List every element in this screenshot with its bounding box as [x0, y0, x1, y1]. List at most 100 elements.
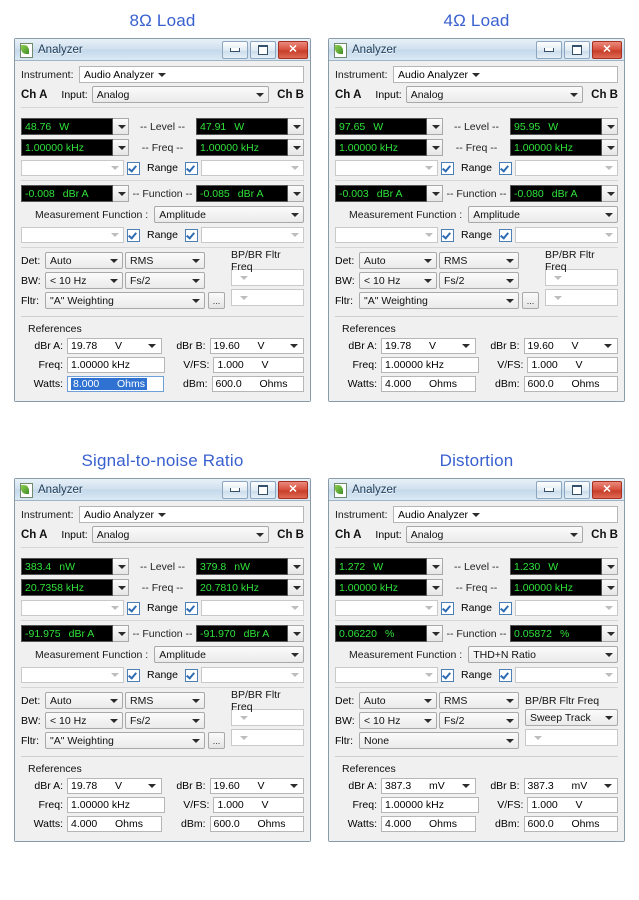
fltr-more-button[interactable]: ... — [208, 732, 225, 749]
measurement-function-select[interactable]: Amplitude — [154, 646, 304, 663]
function-b-readout[interactable]: -91.970dBr A — [196, 625, 304, 642]
bw-low-select[interactable]: < 10 Hz — [45, 712, 123, 729]
dbm-field[interactable]: 600.0Ohms — [212, 376, 305, 392]
dbra-field[interactable]: 387.3mV — [381, 778, 476, 794]
det-type-select[interactable]: RMS — [125, 692, 205, 709]
input-select[interactable]: Analog — [92, 526, 269, 543]
range-b-checkbox[interactable] — [185, 162, 198, 175]
fltr-select[interactable]: "A" Weighting — [45, 292, 205, 309]
range-a-field-2[interactable] — [335, 667, 438, 683]
minimize-button[interactable] — [222, 481, 248, 499]
freq-b-readout[interactable]: 1.00000 kHz — [510, 139, 618, 156]
window-titlebar[interactable]: Analyzer ✕ — [15, 39, 310, 61]
maximize-button[interactable] — [564, 41, 590, 59]
freq-a-dropdown[interactable] — [427, 579, 443, 596]
det-mode-select[interactable]: Auto — [45, 692, 123, 709]
bpbr-select-2[interactable] — [231, 729, 304, 746]
bpbr-select-2[interactable] — [525, 729, 618, 746]
level-b-readout[interactable]: 379.8nW — [196, 558, 304, 575]
dbrb-field[interactable]: 387.3mV — [524, 778, 619, 794]
watts-field[interactable]: 4.000Ohms — [381, 376, 476, 392]
range-b-checkbox-2[interactable] — [499, 669, 512, 682]
range-a-field[interactable] — [335, 160, 438, 176]
range-a-field[interactable] — [21, 600, 124, 616]
instrument-select[interactable]: Audio Analyzer — [393, 506, 618, 523]
bw-high-select[interactable]: Fs/2 — [439, 712, 519, 729]
range-b-checkbox[interactable] — [185, 602, 198, 615]
instrument-select[interactable]: Audio Analyzer — [393, 66, 618, 83]
function-b-dropdown[interactable] — [288, 185, 304, 202]
close-button[interactable]: ✕ — [278, 481, 308, 499]
vfs-field[interactable]: 1.000V — [527, 797, 618, 813]
function-b-dropdown[interactable] — [288, 625, 304, 642]
maximize-button[interactable] — [250, 41, 276, 59]
fltr-select[interactable]: "A" Weighting — [359, 292, 519, 309]
function-b-readout[interactable]: 0.05872% — [510, 625, 618, 642]
freq-a-readout[interactable]: 1.00000 kHz — [21, 139, 129, 156]
range-a-field[interactable] — [335, 600, 438, 616]
freq-a-dropdown[interactable] — [113, 139, 129, 156]
det-type-select[interactable]: RMS — [125, 252, 205, 269]
watts-field[interactable]: 8.000Ohms — [67, 376, 164, 392]
function-b-readout[interactable]: -0.080dBr A — [510, 185, 618, 202]
fltr-select[interactable]: None — [359, 732, 519, 749]
freq-a-readout[interactable]: 1.00000 kHz — [335, 139, 443, 156]
fltr-more-button[interactable]: ... — [208, 292, 225, 309]
function-a-readout[interactable]: -91.975dBr A — [21, 625, 129, 642]
dbra-field[interactable]: 19.78V — [381, 338, 476, 354]
window-titlebar[interactable]: Analyzer ✕ — [329, 39, 624, 61]
function-a-dropdown[interactable] — [427, 185, 443, 202]
watts-field[interactable]: 4.000Ohms — [381, 816, 476, 832]
freq-a-dropdown[interactable] — [113, 579, 129, 596]
freq-b-readout[interactable]: 20.7810 kHz — [196, 579, 304, 596]
range-a-checkbox-2[interactable] — [441, 669, 454, 682]
dbrb-field[interactable]: 19.60V — [210, 338, 305, 354]
level-b-dropdown[interactable] — [602, 558, 618, 575]
function-a-readout[interactable]: -0.008dBr A — [21, 185, 129, 202]
input-select[interactable]: Analog — [406, 86, 583, 103]
freq-a-readout[interactable]: 20.7358 kHz — [21, 579, 129, 596]
minimize-button[interactable] — [222, 41, 248, 59]
dbrb-field[interactable]: 19.60V — [210, 778, 305, 794]
bw-low-select[interactable]: < 10 Hz — [45, 272, 123, 289]
range-b-checkbox-2[interactable] — [185, 669, 198, 682]
range-b-field-2[interactable] — [201, 667, 304, 683]
function-a-dropdown[interactable] — [427, 625, 443, 642]
function-b-readout[interactable]: -0.085dBr A — [196, 185, 304, 202]
close-button[interactable]: ✕ — [592, 41, 622, 59]
range-a-checkbox-2[interactable] — [127, 669, 140, 682]
dbra-field[interactable]: 19.78V — [67, 778, 162, 794]
range-a-checkbox[interactable] — [441, 162, 454, 175]
freq-ref-field[interactable]: 1.00000 kHz — [381, 797, 479, 813]
level-b-readout[interactable]: 47.91W — [196, 118, 304, 135]
minimize-button[interactable] — [536, 481, 562, 499]
range-b-field[interactable] — [515, 600, 618, 616]
function-a-dropdown[interactable] — [113, 185, 129, 202]
vfs-field[interactable]: 1.000V — [213, 797, 304, 813]
fltr-select[interactable]: "A" Weighting — [45, 732, 205, 749]
range-a-field-2[interactable] — [335, 227, 438, 243]
dbm-field[interactable]: 600.0Ohms — [210, 816, 305, 832]
bpbr-select-2[interactable] — [231, 289, 304, 306]
bpbr-select-2[interactable] — [545, 289, 618, 306]
range-b-checkbox-2[interactable] — [499, 229, 512, 242]
level-a-readout[interactable]: 48.76W — [21, 118, 129, 135]
det-mode-select[interactable]: Auto — [359, 692, 437, 709]
function-b-dropdown[interactable] — [602, 625, 618, 642]
input-select[interactable]: Analog — [406, 526, 583, 543]
function-b-dropdown[interactable] — [602, 185, 618, 202]
det-mode-select[interactable]: Auto — [45, 252, 123, 269]
range-b-field-2[interactable] — [515, 227, 618, 243]
close-button[interactable]: ✕ — [592, 481, 622, 499]
level-a-readout[interactable]: 383.4nW — [21, 558, 129, 575]
freq-b-dropdown[interactable] — [602, 139, 618, 156]
measurement-function-select[interactable]: Amplitude — [468, 206, 618, 223]
range-b-field[interactable] — [515, 160, 618, 176]
freq-b-dropdown[interactable] — [288, 139, 304, 156]
dbm-field[interactable]: 600.0Ohms — [524, 816, 619, 832]
level-a-dropdown[interactable] — [113, 558, 129, 575]
dbrb-field[interactable]: 19.60V — [524, 338, 619, 354]
range-a-field-2[interactable] — [21, 667, 124, 683]
level-a-dropdown[interactable] — [427, 118, 443, 135]
freq-ref-field[interactable]: 1.00000 kHz — [67, 797, 165, 813]
